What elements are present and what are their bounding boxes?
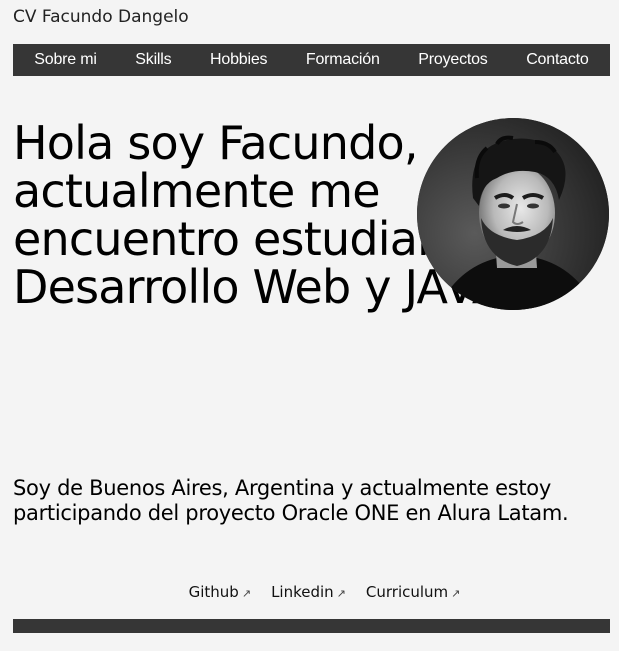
nav-item-proyectos[interactable]: Proyectos: [418, 51, 488, 69]
linkedin-link-label: Linkedin: [271, 583, 334, 601]
nav-item-sobre-mi[interactable]: Sobre mi: [34, 51, 97, 69]
nav-item-hobbies[interactable]: Hobbies: [210, 51, 268, 69]
external-link-arrow-icon: ↗: [336, 587, 346, 600]
linkedin-link[interactable]: Linkedin ↗: [271, 583, 346, 601]
nav-item-formacion[interactable]: Formación: [306, 51, 380, 69]
profile-photo: [417, 118, 609, 310]
footer-bar: [13, 619, 610, 633]
github-link-label: Github: [188, 583, 239, 601]
site-title: CV Facundo Dangelo: [13, 7, 189, 27]
nav-item-contacto[interactable]: Contacto: [526, 51, 589, 69]
main-nav: Sobre mi Skills Hobbies Formación Proyec…: [13, 44, 610, 76]
intro-text: Soy de Buenos Aires, Argentina y actualm…: [13, 476, 569, 525]
curriculum-link[interactable]: Curriculum ↗: [366, 583, 460, 601]
github-link[interactable]: Github ↗: [189, 583, 251, 601]
social-links: Github ↗ Linkedin ↗ Curriculum ↗: [0, 583, 619, 601]
nav-item-skills[interactable]: Skills: [135, 51, 171, 69]
profile-photo-illustration: [417, 118, 609, 310]
curriculum-link-label: Curriculum: [365, 583, 449, 601]
external-link-arrow-icon: ↗: [451, 587, 461, 600]
external-link-arrow-icon: ↗: [241, 587, 252, 600]
